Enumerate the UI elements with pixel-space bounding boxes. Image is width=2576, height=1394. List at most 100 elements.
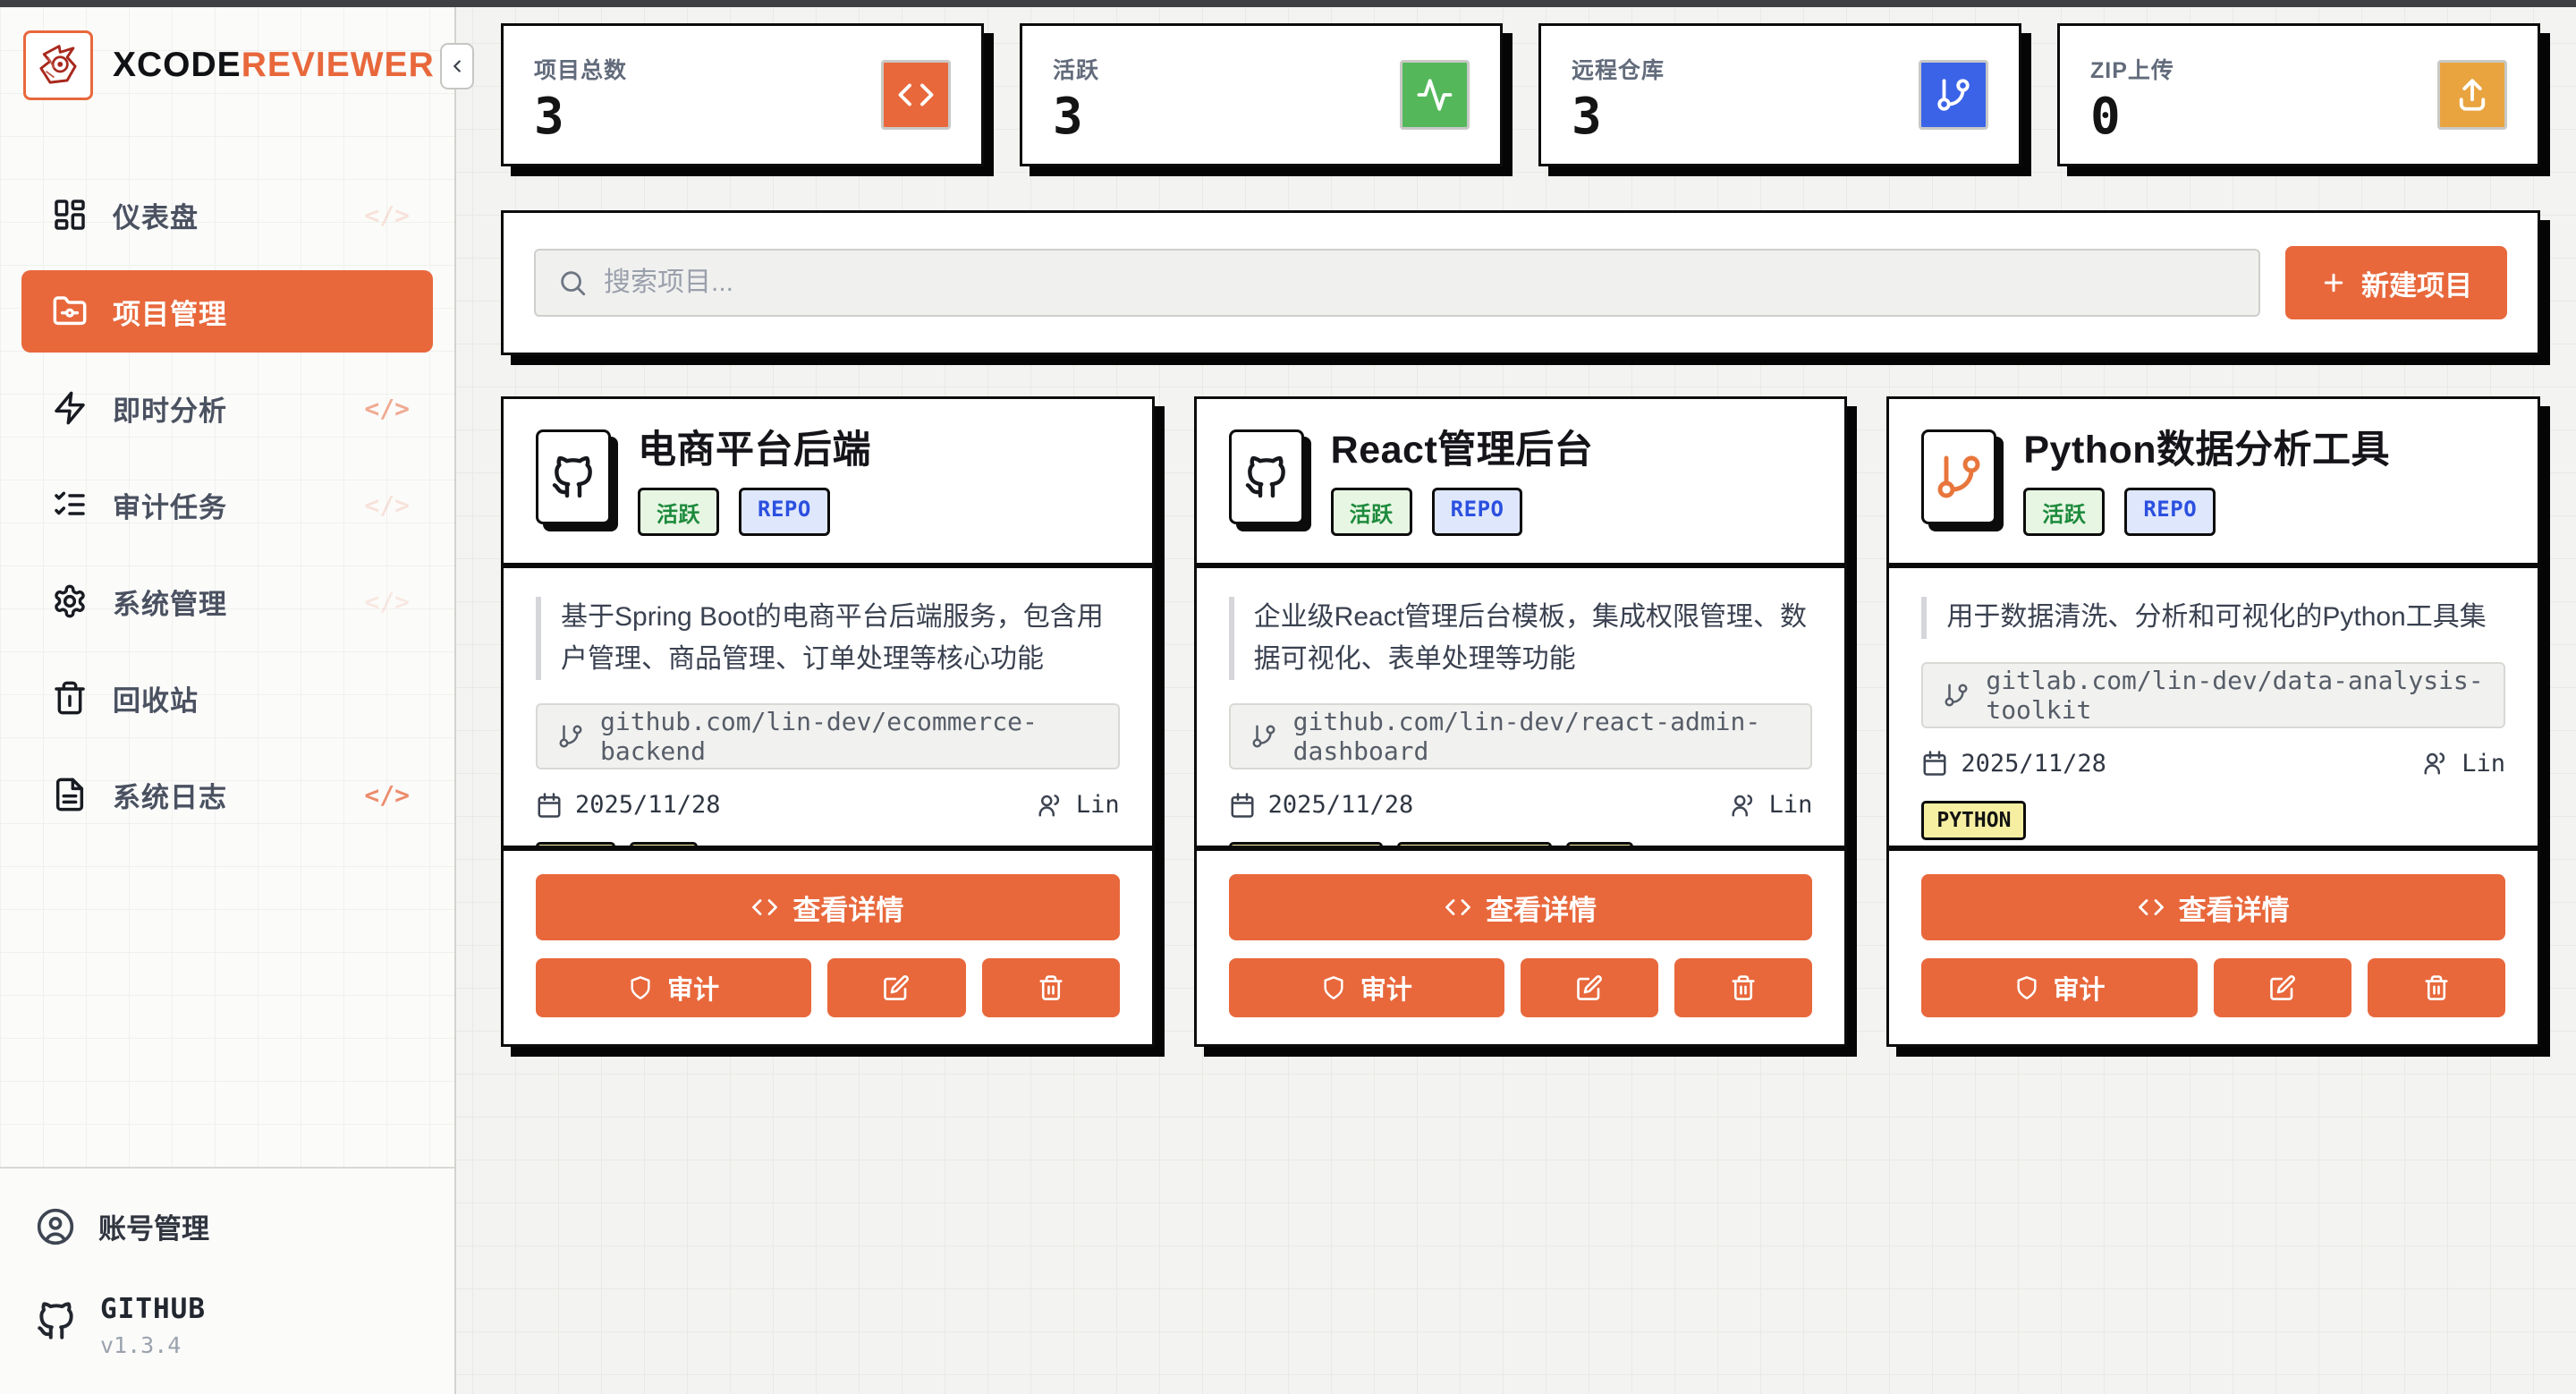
repo-url[interactable]: gitlab.com/lin-dev/data-analysis-toolkit [1921, 662, 2505, 728]
delete-button[interactable] [2368, 958, 2505, 1017]
sidebar: XCODEREVIEWER 仪表盘 </> 项目管理 即时分析 </> [0, 7, 456, 1394]
new-project-label: 新建项目 [2361, 263, 2472, 303]
sidebar-item-recycle-bin[interactable]: 回收站 [21, 657, 433, 739]
audit-label: 审计 [667, 969, 719, 1007]
shield-icon [1321, 975, 1346, 1000]
sidebar-item-label: 审计任务 [113, 485, 227, 525]
sidebar-item-label: 系统管理 [113, 582, 227, 622]
stats-row: 项目总数 3 活跃 3 远程仓库 3 [501, 23, 2540, 166]
github-icon [1241, 452, 1292, 502]
git-branch-icon [1934, 452, 1984, 502]
user-circle-icon [36, 1207, 75, 1246]
trash-icon [52, 680, 88, 716]
code-mark-icon: </> [364, 394, 410, 423]
account-management[interactable]: 账号管理 [23, 1206, 433, 1246]
project-owner: Lin [1769, 791, 1813, 819]
sidebar-item-system-logs[interactable]: 系统日志 </> [21, 753, 433, 836]
project-card-footer: 查看详情 审计 [504, 851, 1152, 1044]
view-details-label: 查看详情 [1486, 888, 1597, 928]
dashboard-icon [52, 197, 88, 233]
sidebar-item-dashboard[interactable]: 仪表盘 </> [21, 174, 433, 256]
search-input-wrap [534, 249, 2260, 317]
tag-row: PYTHON [1921, 801, 2505, 840]
view-details-button[interactable]: 查看详情 [536, 874, 1120, 940]
view-details-button[interactable]: 查看详情 [1229, 874, 1813, 940]
zap-icon [52, 390, 88, 426]
repo-url[interactable]: github.com/lin-dev/react-admin-dashboard [1229, 703, 1813, 769]
git-branch-icon [1250, 723, 1277, 750]
code-mark-icon: </> [364, 200, 410, 230]
view-details-button[interactable]: 查看详情 [1921, 874, 2505, 940]
project-card-ecommerce: 电商平台后端 活跃 REPO 基于Spring Boot的电商平台后端服务，包含… [501, 396, 1155, 1047]
fox-logo-icon [34, 41, 82, 89]
activity-icon-box [1400, 60, 1470, 130]
activity-icon [1416, 76, 1453, 114]
delete-button[interactable] [1674, 958, 1812, 1017]
sidebar-item-system-management[interactable]: 系统管理 </> [21, 560, 433, 642]
folder-git-icon [52, 293, 88, 329]
audit-button[interactable]: 审计 [536, 958, 811, 1017]
sidebar-collapse-button[interactable] [440, 43, 474, 89]
project-title: 电商平台后端 [638, 429, 871, 472]
edit-button[interactable] [827, 958, 965, 1017]
search-icon [557, 268, 588, 298]
project-title: Python数据分析工具 [2023, 429, 2390, 472]
code-icon [1445, 894, 1471, 921]
github-version-block: GITHUB v1.3.4 [23, 1293, 433, 1358]
project-owner: Lin [1076, 791, 1120, 819]
edit-button[interactable] [1521, 958, 1658, 1017]
repo-url-text: github.com/lin-dev/ecommerce-backend [600, 707, 1098, 766]
code-mark-icon: </> [364, 490, 410, 520]
new-project-button[interactable]: 新建项目 [2285, 246, 2507, 319]
project-source-icon-box [1229, 429, 1304, 524]
project-card-body: 企业级React管理后台模板，集成权限管理、数据可视化、表单处理等功能 gith… [1197, 568, 1845, 846]
users-icon [1037, 792, 1063, 819]
project-date: 2025/11/28 [575, 791, 721, 819]
delete-button[interactable] [982, 958, 1120, 1017]
project-source-icon-box [536, 429, 611, 524]
sidebar-item-label: 系统日志 [113, 775, 227, 815]
repo-badge: REPO [1432, 488, 1523, 536]
list-checks-icon [52, 487, 88, 523]
top-accent-bar [0, 0, 2576, 7]
calendar-icon [1921, 750, 1948, 777]
edit-icon [883, 974, 910, 1001]
stat-total-projects: 项目总数 3 [501, 23, 984, 166]
brand-part-orange: REVIEWER [242, 46, 435, 84]
audit-button[interactable]: 审计 [1229, 958, 1504, 1017]
project-card-react-admin: React管理后台 活跃 REPO 企业级React管理后台模板，集成权限管理、… [1194, 396, 1848, 1047]
upload-icon [2453, 76, 2491, 114]
git-branch-icon [1943, 682, 1970, 709]
code-icon-box [881, 60, 951, 130]
shield-icon [2014, 975, 2039, 1000]
language-tag: PYTHON [1921, 801, 2026, 840]
status-badge: 活跃 [1331, 488, 1412, 536]
repo-url[interactable]: github.com/lin-dev/ecommerce-backend [536, 703, 1120, 769]
badge-row: 活跃 REPO [1331, 488, 1594, 536]
project-source-icon-box [1921, 429, 1996, 524]
sidebar-item-label: 回收站 [113, 678, 199, 718]
project-card-body: 用于数据清洗、分析和可视化的Python工具集 gitlab.com/lin-d… [1889, 568, 2538, 846]
sidebar-item-label: 即时分析 [113, 388, 227, 429]
edit-button[interactable] [2214, 958, 2351, 1017]
stat-remote-repos: 远程仓库 3 [1538, 23, 2021, 166]
sidebar-item-projects[interactable]: 项目管理 [21, 270, 433, 353]
sidebar-item-instant-analysis[interactable]: 即时分析 </> [21, 367, 433, 449]
status-badge: 活跃 [638, 488, 719, 536]
sidebar-item-audit-tasks[interactable]: 审计任务 </> [21, 463, 433, 546]
edit-icon [1576, 974, 1603, 1001]
audit-label: 审计 [1360, 969, 1412, 1007]
git-branch-icon [1935, 76, 1972, 114]
repo-badge: REPO [739, 488, 830, 536]
audit-button[interactable]: 审计 [1921, 958, 2197, 1017]
account-label: 账号管理 [98, 1206, 209, 1246]
brand-title: XCODEREVIEWER [113, 46, 435, 85]
gear-icon [52, 583, 88, 619]
sidebar-nav: 仪表盘 </> 项目管理 即时分析 </> 审计任务 </> [0, 174, 454, 850]
calendar-icon [1229, 792, 1256, 819]
meta-row: 2025/11/28 Lin [536, 791, 1120, 819]
search-input[interactable] [604, 268, 2237, 298]
project-card-footer: 查看详情 审计 [1889, 851, 2538, 1044]
git-branch-icon [557, 723, 584, 750]
git-branch-icon-box [1919, 60, 1988, 130]
